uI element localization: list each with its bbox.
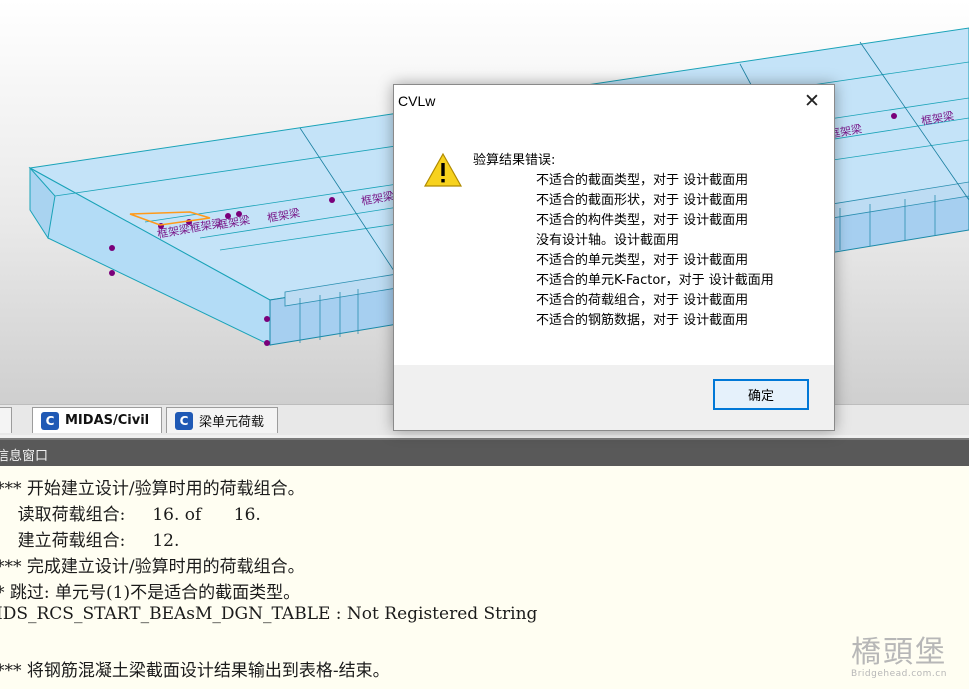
warning-icon xyxy=(423,152,463,187)
dialog-footer: 确定 xyxy=(394,365,834,430)
dialog-line: 不适合的截面类型，对于 设计截面用 xyxy=(536,173,749,188)
dialog-line: 不适合的钢筋数据，对于 设计截面用 xyxy=(536,313,749,328)
message-window[interactable]: *** 开始建立设计/验算时用的荷载组合。 读取荷载组合: 16. of 16.… xyxy=(0,466,969,689)
dialog-line: 没有设计轴。设计截面用 xyxy=(536,233,680,248)
log-line: *** 完成建立设计/验算时用的荷载组合。 xyxy=(0,557,305,577)
tab-label: 梁单元荷载 xyxy=(199,415,265,430)
watermark-text: 橋頭堡 xyxy=(851,635,947,670)
close-button[interactable]: ✕ xyxy=(798,89,826,113)
watermark-logo: 橋頭堡 Bridgehead.com.cn xyxy=(839,635,959,680)
log-line: 建立荷载组合: 12. xyxy=(0,531,180,551)
message-window-title: 信息窗口 xyxy=(0,449,49,464)
error-dialog: CVLw ✕ 验算结果错误: 不适合的截面类型，对于 设计截面用 不适合的截面形… xyxy=(393,84,835,431)
log-line: IDS_RCS_START_BEAsM_DGN_TABLE : Not Regi… xyxy=(0,604,538,624)
tab-beam-element-load[interactable]: C 梁单元荷载 xyxy=(166,407,278,433)
midas-civil-icon: C xyxy=(175,411,193,430)
tab-label: MIDAS/Civil xyxy=(65,413,150,428)
dialog-line: 不适合的截面形状，对于 设计截面用 xyxy=(536,193,749,208)
ok-button[interactable]: 确定 xyxy=(713,379,809,410)
log-line: * 跳过: 单元号(1)不是适合的截面类型。 xyxy=(0,583,301,603)
log-line: *** 将钢筋混凝土梁截面设计结果输出到表格-结束。 xyxy=(0,661,390,681)
dialog-message: 验算结果错误: 不适合的截面类型，对于 设计截面用 不适合的截面形状，对于 设计… xyxy=(473,151,774,331)
dialog-line: 不适合的构件类型，对于 设计截面用 xyxy=(536,213,749,228)
watermark-url: Bridgehead.com.cn xyxy=(851,669,947,679)
midas-civil-icon: C xyxy=(41,411,59,430)
dialog-line: 不适合的单元类型，对于 设计截面用 xyxy=(536,253,749,268)
log-line: 读取荷载组合: 16. of 16. xyxy=(0,505,261,525)
close-icon: ✕ xyxy=(804,90,820,112)
dialog-line: 不适合的荷载组合，对于 设计截面用 xyxy=(536,293,749,308)
tab-stub[interactable] xyxy=(0,407,12,433)
dialog-title: CVLw xyxy=(398,93,436,109)
log-line: *** 开始建立设计/验算时用的荷载组合。 xyxy=(0,479,305,499)
dialog-line: 不适合的单元K-Factor，对于 设计截面用 xyxy=(536,273,774,288)
message-window-header: 信息窗口 xyxy=(0,438,969,468)
tab-midas-civil[interactable]: C MIDAS/Civil xyxy=(32,407,162,433)
dialog-heading: 验算结果错误: xyxy=(473,153,556,168)
